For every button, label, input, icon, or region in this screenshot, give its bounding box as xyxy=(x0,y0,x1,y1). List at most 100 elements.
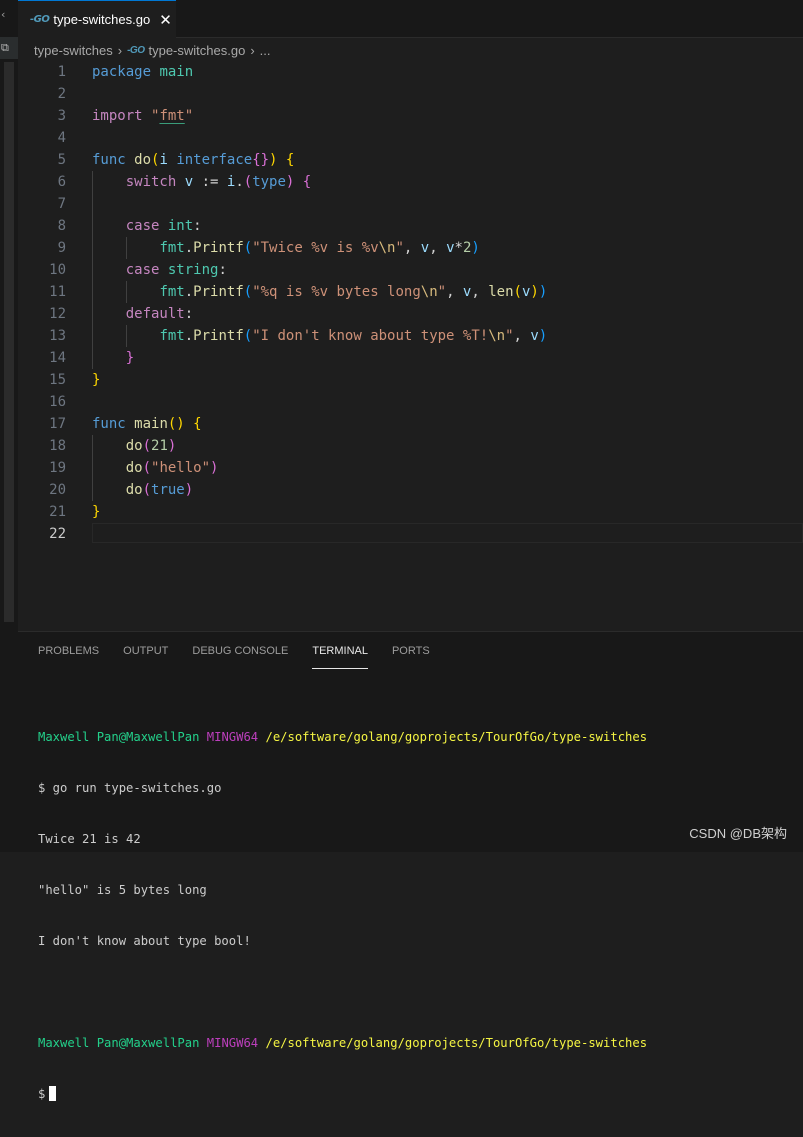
line-number: 17 xyxy=(49,416,66,432)
code-token: type xyxy=(252,174,286,190)
code-token: ( xyxy=(513,284,522,300)
code-token: " xyxy=(437,284,447,300)
sidebar-scrollbar[interactable] xyxy=(4,62,14,622)
code-token: package xyxy=(92,64,152,80)
code-text: do("hello") xyxy=(92,457,219,479)
chevron-left-icon[interactable]: ‹ xyxy=(1,8,5,21)
code-line[interactable]: 16 xyxy=(18,391,803,413)
code-token: , xyxy=(513,328,531,344)
code-line[interactable]: 6 switch v := i.(type) { xyxy=(18,171,803,193)
code-token: v xyxy=(530,328,539,344)
code-token: ( xyxy=(243,240,253,256)
code-token: , xyxy=(471,284,489,300)
code-editor[interactable]: 1 package main 2 3 import "fmt" 4 5 func do(i i… xyxy=(18,60,803,630)
line-number: 13 xyxy=(49,328,66,344)
code-token: switch xyxy=(125,174,177,190)
code-line[interactable]: 3 import "fmt" xyxy=(18,105,803,127)
editor-tab-type-switches[interactable]: -GO type-switches.go ✕ xyxy=(18,0,176,38)
tab-terminal[interactable]: TERMINAL xyxy=(312,644,368,669)
code-text: } xyxy=(92,369,100,391)
code-line[interactable]: 9 fmt.Printf("Twice %v is %v\n", v, v*2) xyxy=(18,237,803,259)
code-token: " xyxy=(395,240,404,256)
code-token: Printf xyxy=(193,240,244,256)
terminal-output-line: I don't know about type bool! xyxy=(38,934,251,948)
code-token: true xyxy=(151,482,185,498)
code-token: ( xyxy=(243,328,253,344)
code-line[interactable]: 14 } xyxy=(18,347,803,369)
breadcrumb: type-switches › -GO type-switches.go › .… xyxy=(34,40,271,60)
code-line[interactable]: 18 do(21) xyxy=(18,435,803,457)
code-text: func main() { xyxy=(92,413,202,435)
code-token: { xyxy=(193,416,202,432)
code-text: case int: xyxy=(92,215,202,237)
panel-tabs: PROBLEMS OUTPUT DEBUG CONSOLE TERMINAL PORTS xyxy=(38,644,454,669)
line-number: 16 xyxy=(49,394,66,410)
code-token: : xyxy=(218,262,227,278)
close-icon[interactable]: ✕ xyxy=(159,11,172,29)
tab-output[interactable]: OUTPUT xyxy=(123,644,168,668)
code-line[interactable]: 8 case int: xyxy=(18,215,803,237)
current-line-highlight xyxy=(92,523,803,543)
editor-tab-bar: -GO type-switches.go ✕ xyxy=(18,0,803,38)
code-line[interactable]: 11 fmt.Printf("%q is %v bytes long\n", v… xyxy=(18,281,803,303)
code-line[interactable]: 1 package main xyxy=(18,61,803,83)
code-text: fmt.Printf("Twice %v is %v\n", v, v*2) xyxy=(92,237,479,259)
breadcrumb-file[interactable]: type-switches.go xyxy=(148,43,245,58)
code-line[interactable]: 2 xyxy=(18,83,803,105)
bottom-panel: PROBLEMS OUTPUT DEBUG CONSOLE TERMINAL PORTS… xyxy=(18,631,803,1101)
go-file-icon: -GO xyxy=(127,44,145,56)
tab-problems[interactable]: PROBLEMS xyxy=(38,644,99,668)
code-text: fmt.Printf("%q is %v bytes long\n", v, l… xyxy=(92,281,547,303)
line-number: 6 xyxy=(57,174,66,190)
code-token: ( xyxy=(142,460,152,476)
code-token: "Twice %v is %v xyxy=(252,240,379,256)
tab-ports[interactable]: PORTS xyxy=(392,644,430,668)
breadcrumb-ellipsis[interactable]: ... xyxy=(260,43,271,58)
terminal-user: Maxwell Pan@MaxwellPan xyxy=(38,730,200,744)
code-token: ) xyxy=(538,328,548,344)
code-token: main xyxy=(159,64,194,80)
tab-debug-console[interactable]: DEBUG CONSOLE xyxy=(192,644,288,668)
code-token: \n xyxy=(378,240,396,256)
code-line[interactable]: 19 do("hello") xyxy=(18,457,803,479)
code-token: } xyxy=(92,372,101,388)
code-token: default xyxy=(125,306,185,322)
code-line[interactable]: 20 do(true) xyxy=(18,479,803,501)
code-line[interactable]: 21} xyxy=(18,501,803,523)
line-number: 14 xyxy=(49,350,66,366)
breadcrumb-folder[interactable]: type-switches xyxy=(34,43,113,58)
code-line[interactable]: 13 fmt.Printf("I don't know about type %… xyxy=(18,325,803,347)
code-token: v xyxy=(184,174,194,190)
code-line[interactable]: 15} xyxy=(18,369,803,391)
code-line[interactable]: 17 func main() { xyxy=(18,413,803,435)
terminal-input-line[interactable]: $ xyxy=(38,1086,795,1103)
terminal[interactable]: Maxwell Pan@MaxwellPan MINGW64 /e/softwa… xyxy=(38,695,795,1137)
code-line[interactable]: 12 default: xyxy=(18,303,803,325)
line-number: 12 xyxy=(49,306,66,322)
line-number: 19 xyxy=(49,460,66,476)
code-token: . xyxy=(184,328,194,344)
code-line[interactable]: 4 xyxy=(18,127,803,149)
line-number: 10 xyxy=(49,262,66,278)
code-token: len xyxy=(488,284,514,300)
code-line[interactable]: 7 xyxy=(18,193,803,215)
code-token: 21 xyxy=(151,438,168,454)
code-token: case xyxy=(125,218,160,234)
code-line[interactable]: 22 xyxy=(18,523,803,545)
terminal-host: MINGW64 xyxy=(206,730,259,744)
line-number: 1 xyxy=(57,64,66,80)
indent-guide xyxy=(125,237,127,259)
code-line[interactable]: 5 func do(i interface{}) { xyxy=(18,149,803,171)
copy-icon[interactable]: ⧉ xyxy=(1,41,9,55)
code-line[interactable]: 10 case string: xyxy=(18,259,803,281)
code-token: main xyxy=(134,416,168,432)
code-token: . xyxy=(235,174,244,190)
code-token: \n xyxy=(420,284,438,300)
terminal-output-line: "hello" is 5 bytes long xyxy=(38,883,207,897)
